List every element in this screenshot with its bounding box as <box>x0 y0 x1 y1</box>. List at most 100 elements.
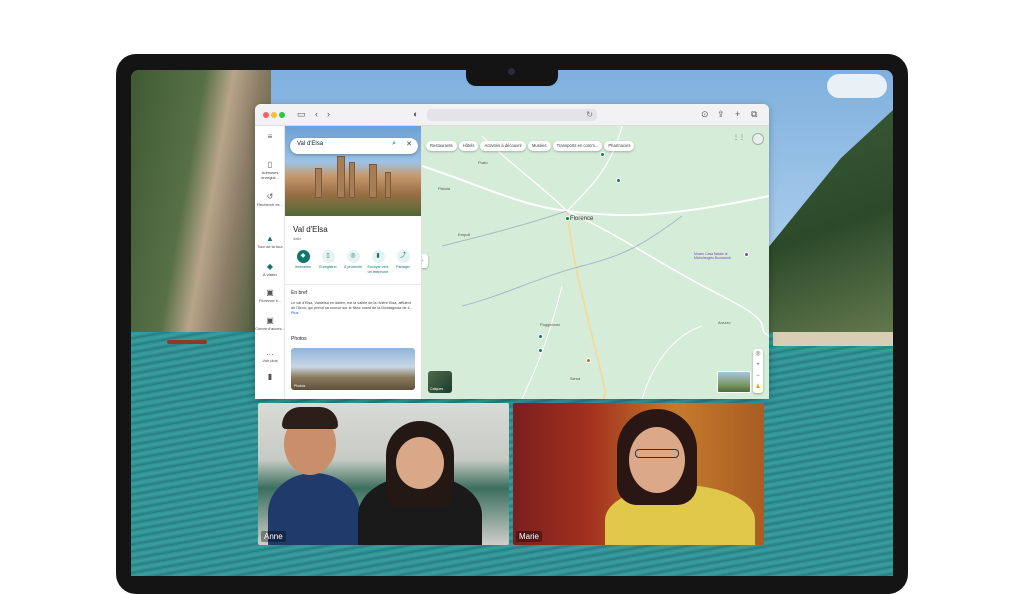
maps-rail: ≡ ▯ Adresses enregist... ↺ Recherch es... … <box>255 126 285 399</box>
tower-shape <box>349 162 355 198</box>
menu-icon: ≡ <box>267 132 273 141</box>
rail-item-more[interactable]: … Voir plus <box>255 348 285 363</box>
phone-icon: ▮ <box>267 372 273 381</box>
apps-grid-icon[interactable]: ⋮⋮ <box>733 134 745 141</box>
zoom-out-button[interactable]: − <box>753 371 763 382</box>
chip-restaurants[interactable]: Restaurants <box>426 141 457 151</box>
tower-shape <box>337 156 345 198</box>
zoom-window-button[interactable] <box>279 112 285 118</box>
map-pin[interactable] <box>600 152 605 157</box>
directions-icon: ◆ <box>296 250 310 263</box>
rail-item-visit[interactable]: ◆ À visiter <box>255 262 285 277</box>
tabs-overview-icon[interactable]: ⧉ <box>751 108 757 120</box>
phone-icon: ▮ <box>371 250 385 263</box>
map-pin[interactable] <box>538 348 543 353</box>
forward-icon[interactable]: › <box>327 108 330 120</box>
map-label: Pistoia <box>438 186 451 191</box>
chip-pharmacies[interactable]: Pharmacies <box>604 141 635 151</box>
map-label: Siena <box>570 376 581 381</box>
history-icon: ↺ <box>266 192 274 201</box>
mountain-left <box>131 70 271 340</box>
cloud <box>827 74 887 98</box>
photo-icon: ▣ <box>266 288 274 297</box>
send-to-phone-button[interactable]: ▮ Envoyer vers un téléphone <box>366 250 390 275</box>
layers-button[interactable]: Calques <box>428 371 452 393</box>
sidebar-toggle-icon[interactable]: ▭ <box>297 108 306 120</box>
rail-item-menu[interactable]: ≡ <box>255 132 285 142</box>
rail-item-access[interactable]: ▣ Comm d'acces... <box>255 316 285 331</box>
rail-item-tour[interactable]: ▲ Tour de la tour <box>255 234 285 249</box>
category-chips: Restaurants Hôtels Activités à découvrir Mu… <box>426 134 636 151</box>
map-label: Prato <box>478 160 488 165</box>
more-icon: … <box>266 348 274 357</box>
browser-window: ▭ ‹ › ◐ ↻ ⊙ ⇪ + ⧉ ≡ ▯ Adresses enregist..… <box>255 104 769 399</box>
map-pin[interactable] <box>565 216 570 221</box>
video-tile-marie[interactable]: Marie <box>513 403 764 545</box>
photos-heading: Photos <box>291 336 307 342</box>
glasses-icon <box>635 449 679 458</box>
my-location-icon[interactable]: ◎ <box>753 349 763 360</box>
map-pin[interactable] <box>538 334 543 339</box>
video-tile-anne[interactable]: Anne <box>258 403 509 545</box>
share-button[interactable]: ⤴ Partager <box>391 250 415 270</box>
zoom-in-button[interactable]: + <box>753 360 763 371</box>
map-label: Empoli <box>458 232 471 237</box>
nearby-icon: ◎ <box>346 250 360 263</box>
tour-icon: ▲ <box>266 234 274 243</box>
brief-text: Le val d'Elsa, Valdelsa en italien, est … <box>291 301 413 316</box>
address-bar[interactable]: ↻ <box>427 109 597 121</box>
place-panel: Val d'Elsa ⌕ ✕ Val d'Elsa Italie ◆ Itinér… <box>285 126 422 399</box>
rail-item-saved[interactable]: ▯ Adresses enregist... <box>255 160 285 180</box>
rail-item-florence[interactable]: ▣ Florence li... <box>255 288 285 303</box>
browser-toolbar: ▭ ‹ › ◐ ↻ ⊙ ⇪ + ⧉ <box>255 104 769 126</box>
map-canvas[interactable]: Restaurants Hôtels Activités à découvrir Mu… <box>422 126 769 399</box>
search-icon[interactable]: ⌕ <box>392 140 396 148</box>
tower-shape <box>369 164 377 198</box>
reload-icon[interactable]: ↻ <box>586 109 593 121</box>
place-title: Val d'Elsa <box>293 225 328 234</box>
account-avatar[interactable] <box>752 133 764 145</box>
chip-hotels[interactable]: Hôtels <box>458 141 479 151</box>
search-input[interactable]: Val d'Elsa ⌕ ✕ <box>290 138 418 154</box>
chip-museums[interactable]: Musées <box>527 141 551 151</box>
pin-icon: ◆ <box>266 262 274 271</box>
map-label: Museo Casa Natale di Michelangelo Buonar… <box>694 252 731 260</box>
privacy-icon[interactable]: ◐ <box>413 108 418 120</box>
rail-item-history[interactable]: ↺ Recherch es... <box>255 192 285 207</box>
map-label: Poggibonsi <box>540 322 560 327</box>
chip-transit[interactable]: Transports en comm... <box>552 141 603 151</box>
share-icon: ⤴ <box>396 250 410 263</box>
rail-item-phone[interactable]: ▮ <box>255 372 285 382</box>
participant-face <box>396 437 444 489</box>
share-icon[interactable]: ⇪ <box>717 108 725 120</box>
map-pin[interactable] <box>744 252 749 257</box>
directions-button[interactable]: ◆ Itinéraires <box>291 250 315 270</box>
participant-name: Anne <box>261 531 286 542</box>
save-button[interactable]: ▯ Enregistrer <box>316 250 340 270</box>
pegman-icon[interactable]: ♟ <box>753 382 763 393</box>
close-icon[interactable]: ✕ <box>406 140 412 148</box>
more-link[interactable]: Plus <box>291 311 298 315</box>
collapse-panel-button[interactable]: ‹ <box>422 254 428 268</box>
mountain-right <box>763 110 893 350</box>
map-roads <box>422 126 769 399</box>
participant-name: Marie <box>516 531 543 542</box>
zoom-controls: ◎ + − ♟ <box>753 349 763 393</box>
street-view-thumbnail[interactable] <box>717 371 751 393</box>
nearby-button[interactable]: ◎ À proximité <box>341 250 365 270</box>
map-pin[interactable] <box>586 358 591 363</box>
close-window-button[interactable] <box>263 112 269 118</box>
map-pin[interactable] <box>616 178 621 183</box>
place-actions: ◆ Itinéraires ▯ Enregistrer ◎ À proximité ▮… <box>291 250 416 274</box>
boat <box>167 340 207 344</box>
camera-icon <box>508 68 515 75</box>
back-icon[interactable]: ‹ <box>315 108 318 120</box>
place-photo[interactable]: Photos <box>291 348 415 390</box>
chip-activities[interactable]: Activités à découvrir <box>480 141 526 151</box>
minimize-window-button[interactable] <box>271 112 277 118</box>
brief-heading: En bref <box>291 290 308 296</box>
bookmark-icon: ▯ <box>321 250 335 263</box>
download-icon[interactable]: ⊙ <box>701 108 709 120</box>
new-tab-icon[interactable]: + <box>735 108 740 120</box>
map-label: Arezzo <box>718 320 731 325</box>
